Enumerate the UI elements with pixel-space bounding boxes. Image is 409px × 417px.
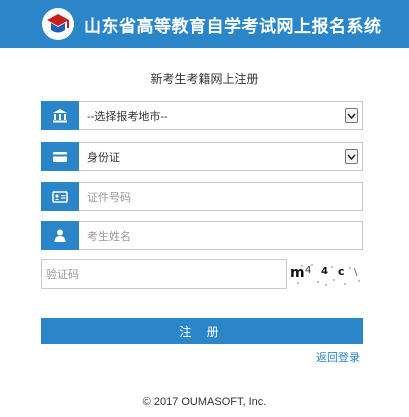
- captcha-char: 4: [305, 265, 311, 276]
- app-title: 山东省高等教育自学考试网上报名系统: [84, 17, 382, 36]
- id-number-input[interactable]: 证件号码: [79, 182, 363, 211]
- id-type-select-value: 身份证: [87, 151, 120, 164]
- region-select-value: --选择报考地市--: [87, 110, 168, 123]
- id-type-select[interactable]: 身份证: [79, 142, 363, 171]
- logo-icon: [42, 8, 74, 40]
- name-row: 考生姓名: [41, 221, 363, 250]
- captcha-char: m: [290, 265, 305, 281]
- back-to-login-link[interactable]: 返回登录: [316, 349, 360, 365]
- id-number-row: 证件号码: [41, 182, 363, 211]
- bank-icon: [41, 101, 79, 130]
- captcha-char: \: [354, 267, 358, 278]
- captcha-row: 验证码 m 4 4 c \: [41, 259, 363, 289]
- name-input[interactable]: 考生姓名: [79, 221, 363, 250]
- id-card-icon: [41, 182, 79, 211]
- region-select[interactable]: --选择报考地市--: [79, 101, 363, 130]
- captcha-image[interactable]: m 4 4 c \: [288, 259, 363, 289]
- captcha-char: c: [338, 265, 345, 278]
- user-icon: [41, 221, 79, 250]
- form-title: 新考生考籍网上注册: [150, 72, 259, 86]
- captcha-char: 4: [321, 266, 328, 277]
- region-select-row: --选择报考地市--: [41, 101, 363, 130]
- id-type-select-row: 身份证: [41, 142, 363, 171]
- captcha-input[interactable]: 验证码: [41, 259, 287, 289]
- register-button[interactable]: 注 册: [41, 318, 363, 344]
- app-header: 山东省高等教育自学考试网上报名系统: [0, 0, 409, 48]
- chevron-down-icon[interactable]: [345, 149, 358, 164]
- footer-copyright: © 2017 OUMASOFT, Inc.: [142, 396, 267, 408]
- card-icon: [41, 142, 79, 171]
- chevron-down-icon[interactable]: [345, 108, 358, 123]
